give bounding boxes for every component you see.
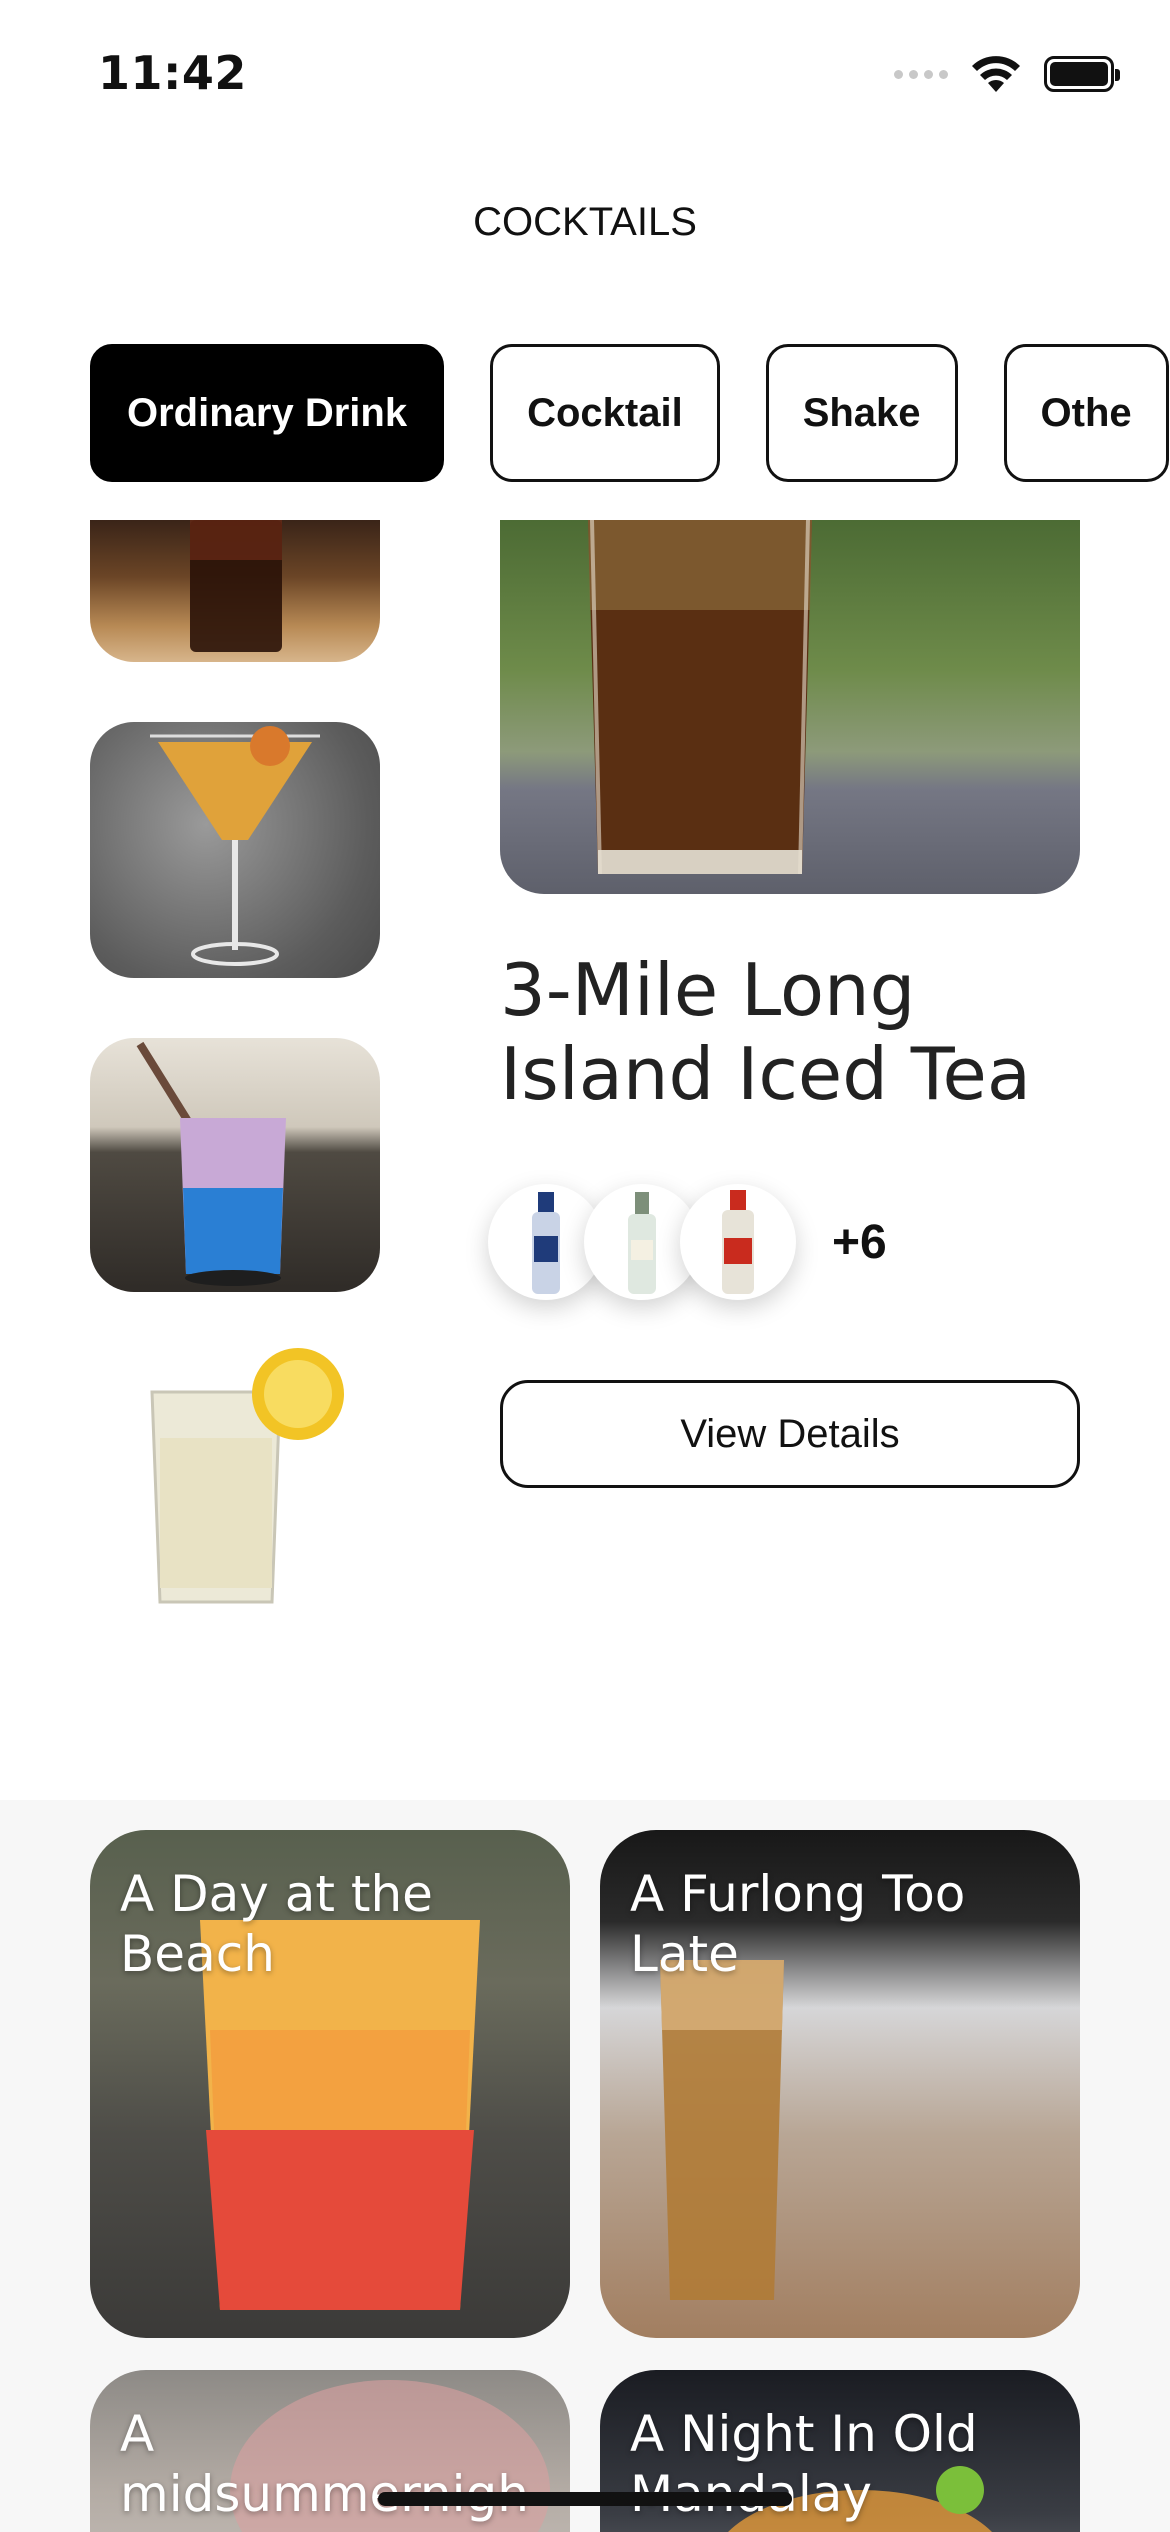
category-chip-shake[interactable]: Shake: [765, 344, 958, 482]
drink-thumbnail[interactable]: [90, 520, 380, 662]
more-ingredients-count: +6: [832, 1215, 887, 1269]
category-chip-other[interactable]: Othe: [1003, 344, 1169, 482]
drink-card-title: A midsummernigh: [120, 2405, 529, 2523]
featured-drink-image[interactable]: [500, 520, 1080, 894]
drink-thumbnail[interactable]: [90, 722, 380, 978]
drink-thumbnail[interactable]: [90, 1038, 380, 1292]
status-icons: [894, 52, 1120, 96]
category-chip-ordinary-drink[interactable]: Ordinary Drink: [90, 344, 445, 482]
drink-card[interactable]: A midsummernigh: [90, 2370, 570, 2532]
drink-card[interactable]: A Night In Old Mandalay: [600, 2370, 1080, 2532]
category-chips: Ordinary Drink Cocktail Shake Othe: [90, 344, 1169, 482]
ingredient-list[interactable]: +6: [488, 1184, 887, 1300]
drink-card-title: A Furlong Too Late: [630, 1865, 966, 1983]
category-chip-cocktail[interactable]: Cocktail: [490, 344, 720, 482]
drink-card-title: A Night In Old Mandalay: [630, 2405, 978, 2523]
status-time: 11:42: [98, 46, 247, 100]
cellular-signal-icon: [894, 69, 948, 79]
drink-card[interactable]: A Day at the Beach: [90, 1830, 570, 2338]
featured-drink-title: 3-Mile Long Island Iced Tea: [500, 948, 1100, 1116]
wifi-icon: [972, 56, 1020, 92]
home-indicator[interactable]: [378, 2492, 792, 2506]
tequila-bottle-icon: [680, 1184, 796, 1300]
drink-thumbnail[interactable]: [90, 1348, 380, 1608]
battery-icon: [1044, 56, 1120, 92]
drink-card-title: A Day at the Beach: [120, 1865, 433, 1983]
view-details-button[interactable]: View Details: [500, 1380, 1080, 1488]
page-title: COCKTAILS: [473, 200, 697, 244]
featured-drink-title-line2: Island Iced Tea: [500, 1032, 1031, 1116]
drink-card[interactable]: A Furlong Too Late: [600, 1830, 1080, 2338]
featured-drink-title-line1: 3-Mile Long: [500, 948, 916, 1032]
screen: 11:42 COCKTAILS Ordinary Drink Cocktail …: [0, 0, 1170, 2532]
